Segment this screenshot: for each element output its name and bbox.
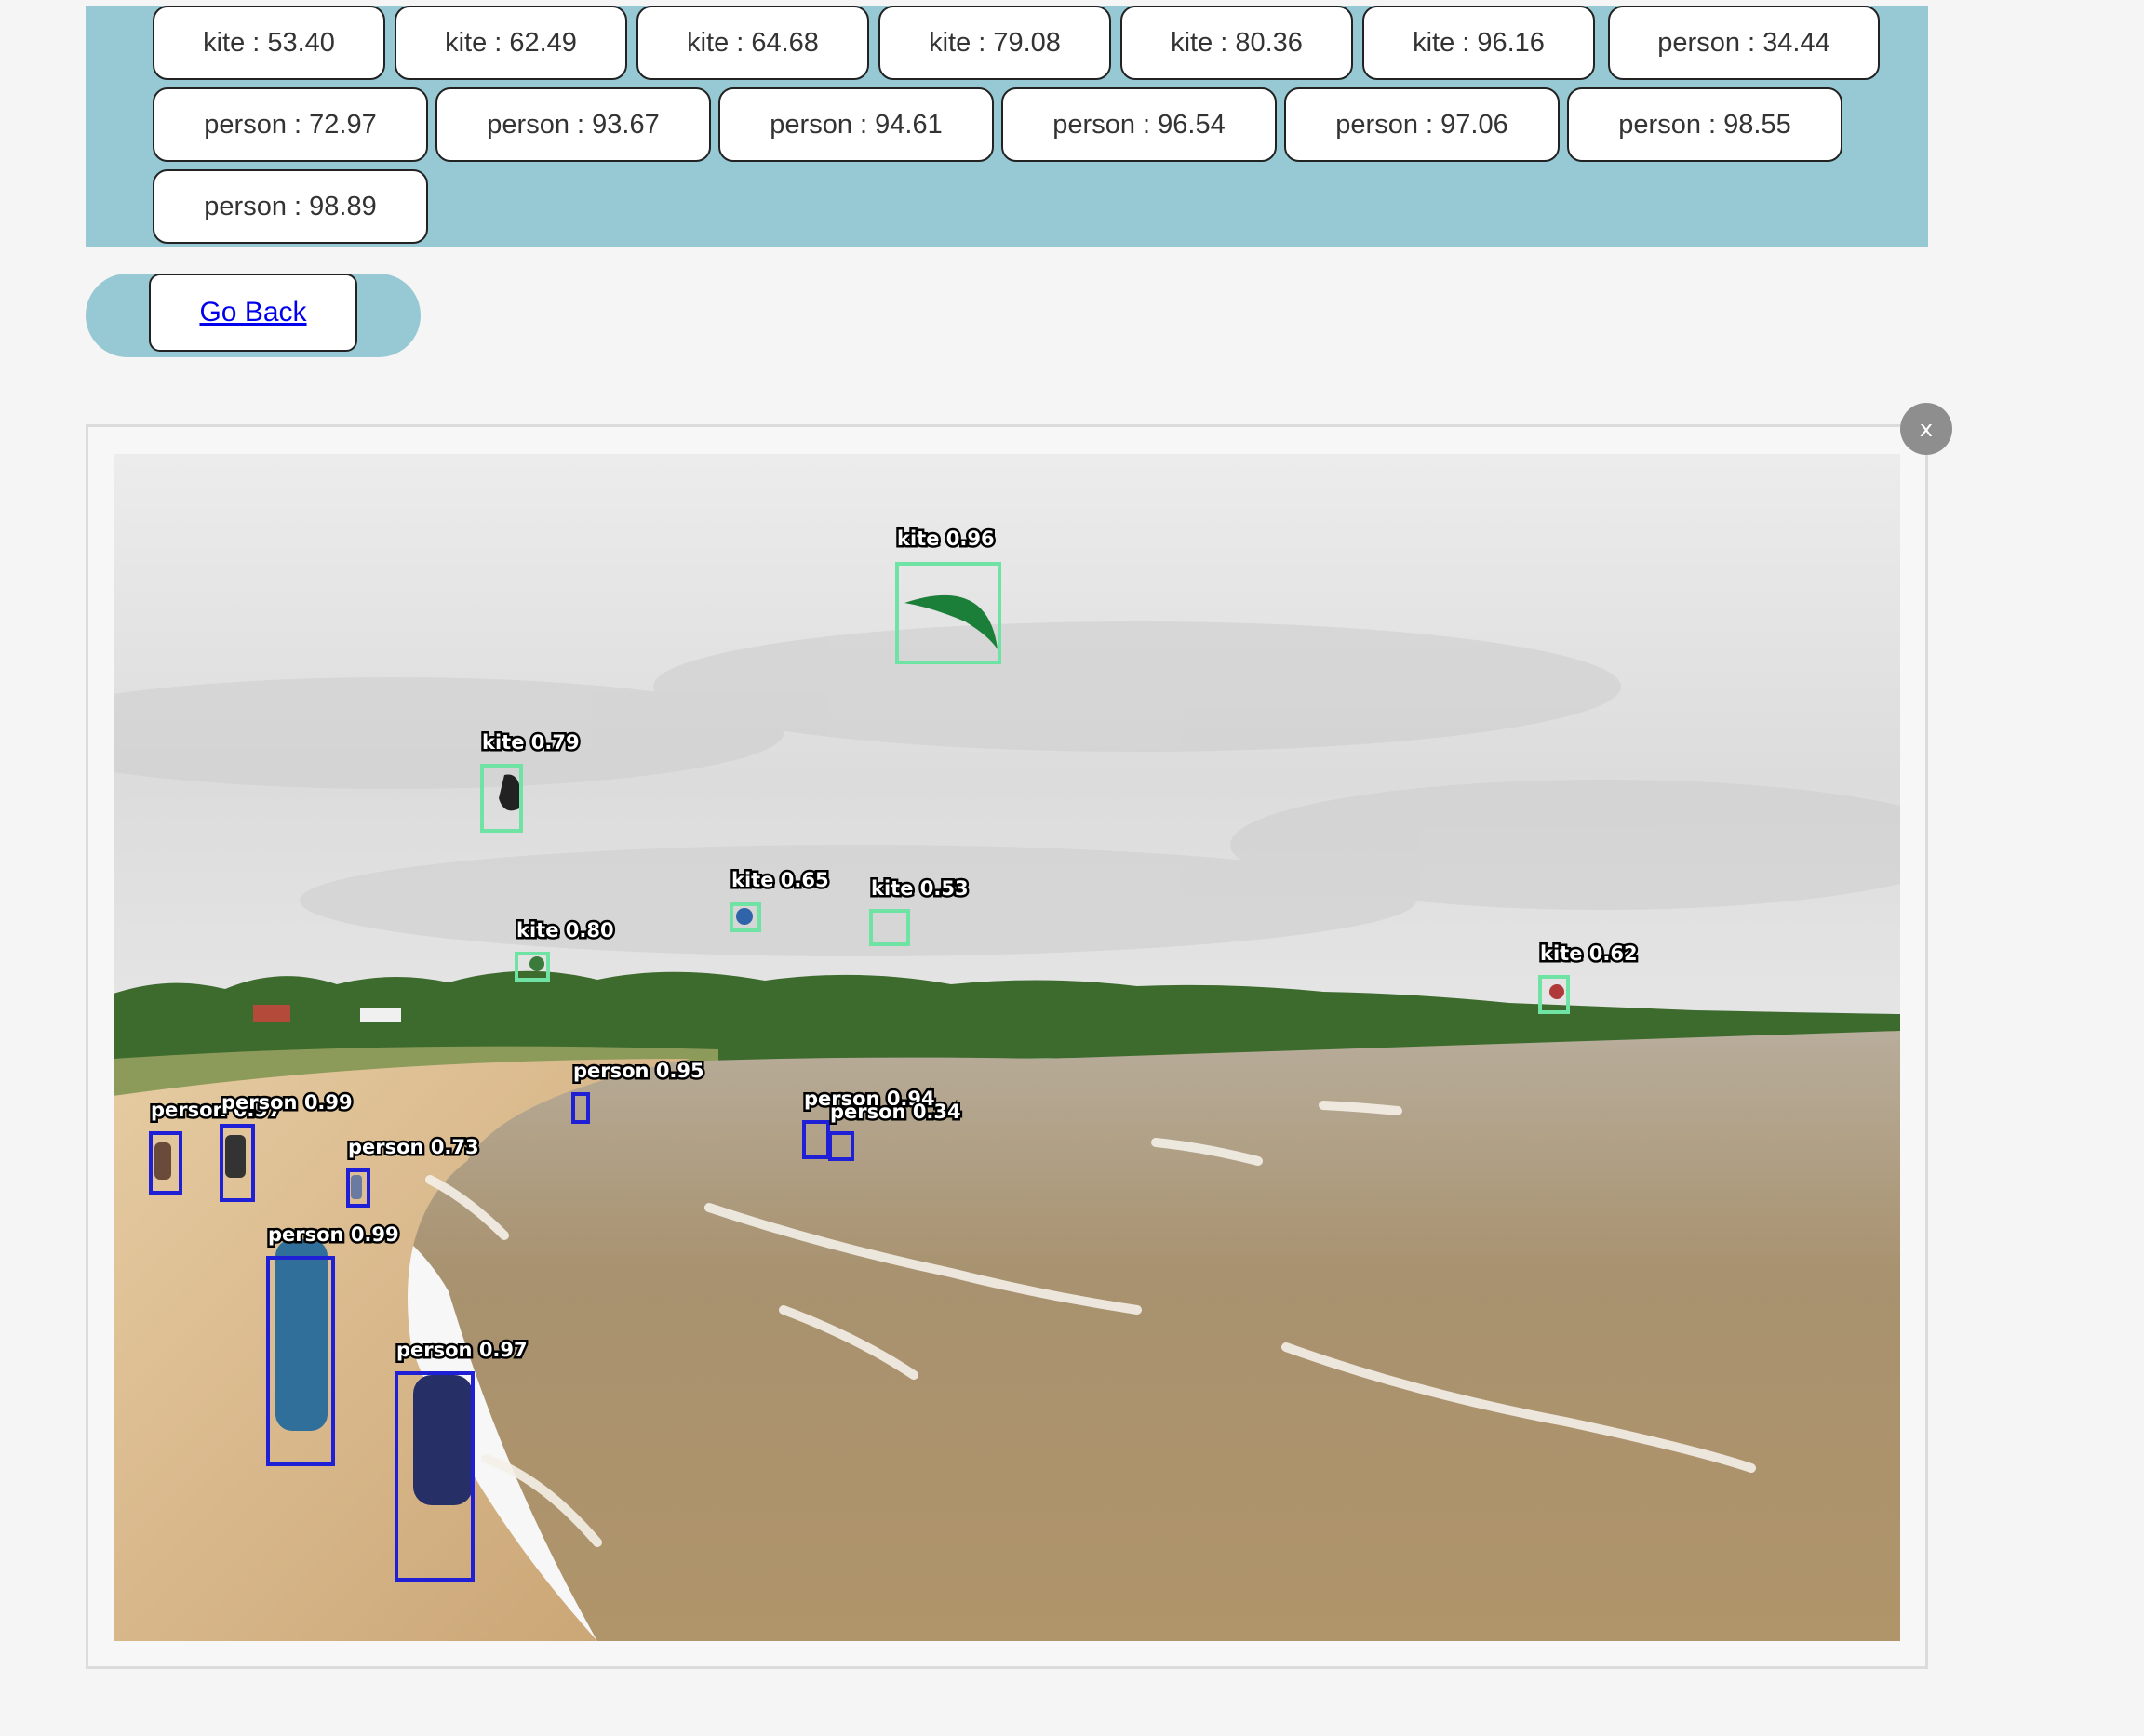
detection-label: person 0.99 [221, 1091, 353, 1114]
detections-panel: kite : 53.40 kite : 62.49 kite : 64.68 k… [86, 6, 1928, 247]
detection-chip[interactable]: person : 94.61 [718, 87, 994, 162]
detection-chip[interactable]: person : 97.06 [1284, 87, 1560, 162]
detection-label: kite 0.53 [871, 877, 969, 900]
go-back-button[interactable]: Go Back [149, 274, 357, 352]
detection-label: person 0.99 [268, 1223, 399, 1246]
detection-chip[interactable]: person : 72.97 [153, 87, 428, 162]
detection-chip[interactable]: kite : 96.16 [1362, 6, 1595, 80]
detection-label: kite 0.79 [482, 731, 580, 754]
detection-label: person 0.97 [396, 1339, 528, 1361]
detection-label: person 0.95 [573, 1060, 704, 1082]
detection-chip[interactable]: kite : 62.49 [395, 6, 627, 80]
detection-chip[interactable]: kite : 80.36 [1120, 6, 1353, 80]
detection-chip[interactable]: person : 34.44 [1608, 6, 1880, 80]
kite-shape [529, 956, 544, 971]
detection-chip[interactable]: person : 93.67 [436, 87, 711, 162]
detection-chip[interactable]: person : 98.55 [1567, 87, 1842, 162]
detection-chip[interactable]: person : 96.54 [1001, 87, 1277, 162]
detection-label: kite 0.65 [731, 869, 829, 891]
detection-result-image: kite 0.96 kite 0.79 kite 0.65 kite 0.53 … [114, 454, 1900, 1641]
house [253, 1005, 290, 1022]
go-back-container: Go Back [86, 274, 421, 357]
detection-chip[interactable]: kite : 53.40 [153, 6, 385, 80]
detection-label: kite 0.80 [516, 919, 614, 941]
beach-photo: kite 0.96 kite 0.79 kite 0.65 kite 0.53 … [114, 454, 1900, 1641]
detection-label: kite 0.62 [1540, 942, 1638, 965]
detection-label: person 0.34 [830, 1101, 961, 1123]
detection-chip[interactable]: kite : 64.68 [636, 6, 869, 80]
detection-chip[interactable]: kite : 79.08 [878, 6, 1111, 80]
close-button[interactable]: x [1900, 403, 1952, 455]
detection-label: person 0.73 [348, 1136, 479, 1158]
detection-label: kite 0.96 [897, 527, 995, 550]
house [360, 1008, 401, 1022]
kite-shape [736, 908, 753, 925]
detection-chip[interactable]: person : 98.89 [153, 169, 428, 244]
go-back-link[interactable]: Go Back [199, 297, 306, 328]
kite-shape [1549, 984, 1564, 999]
